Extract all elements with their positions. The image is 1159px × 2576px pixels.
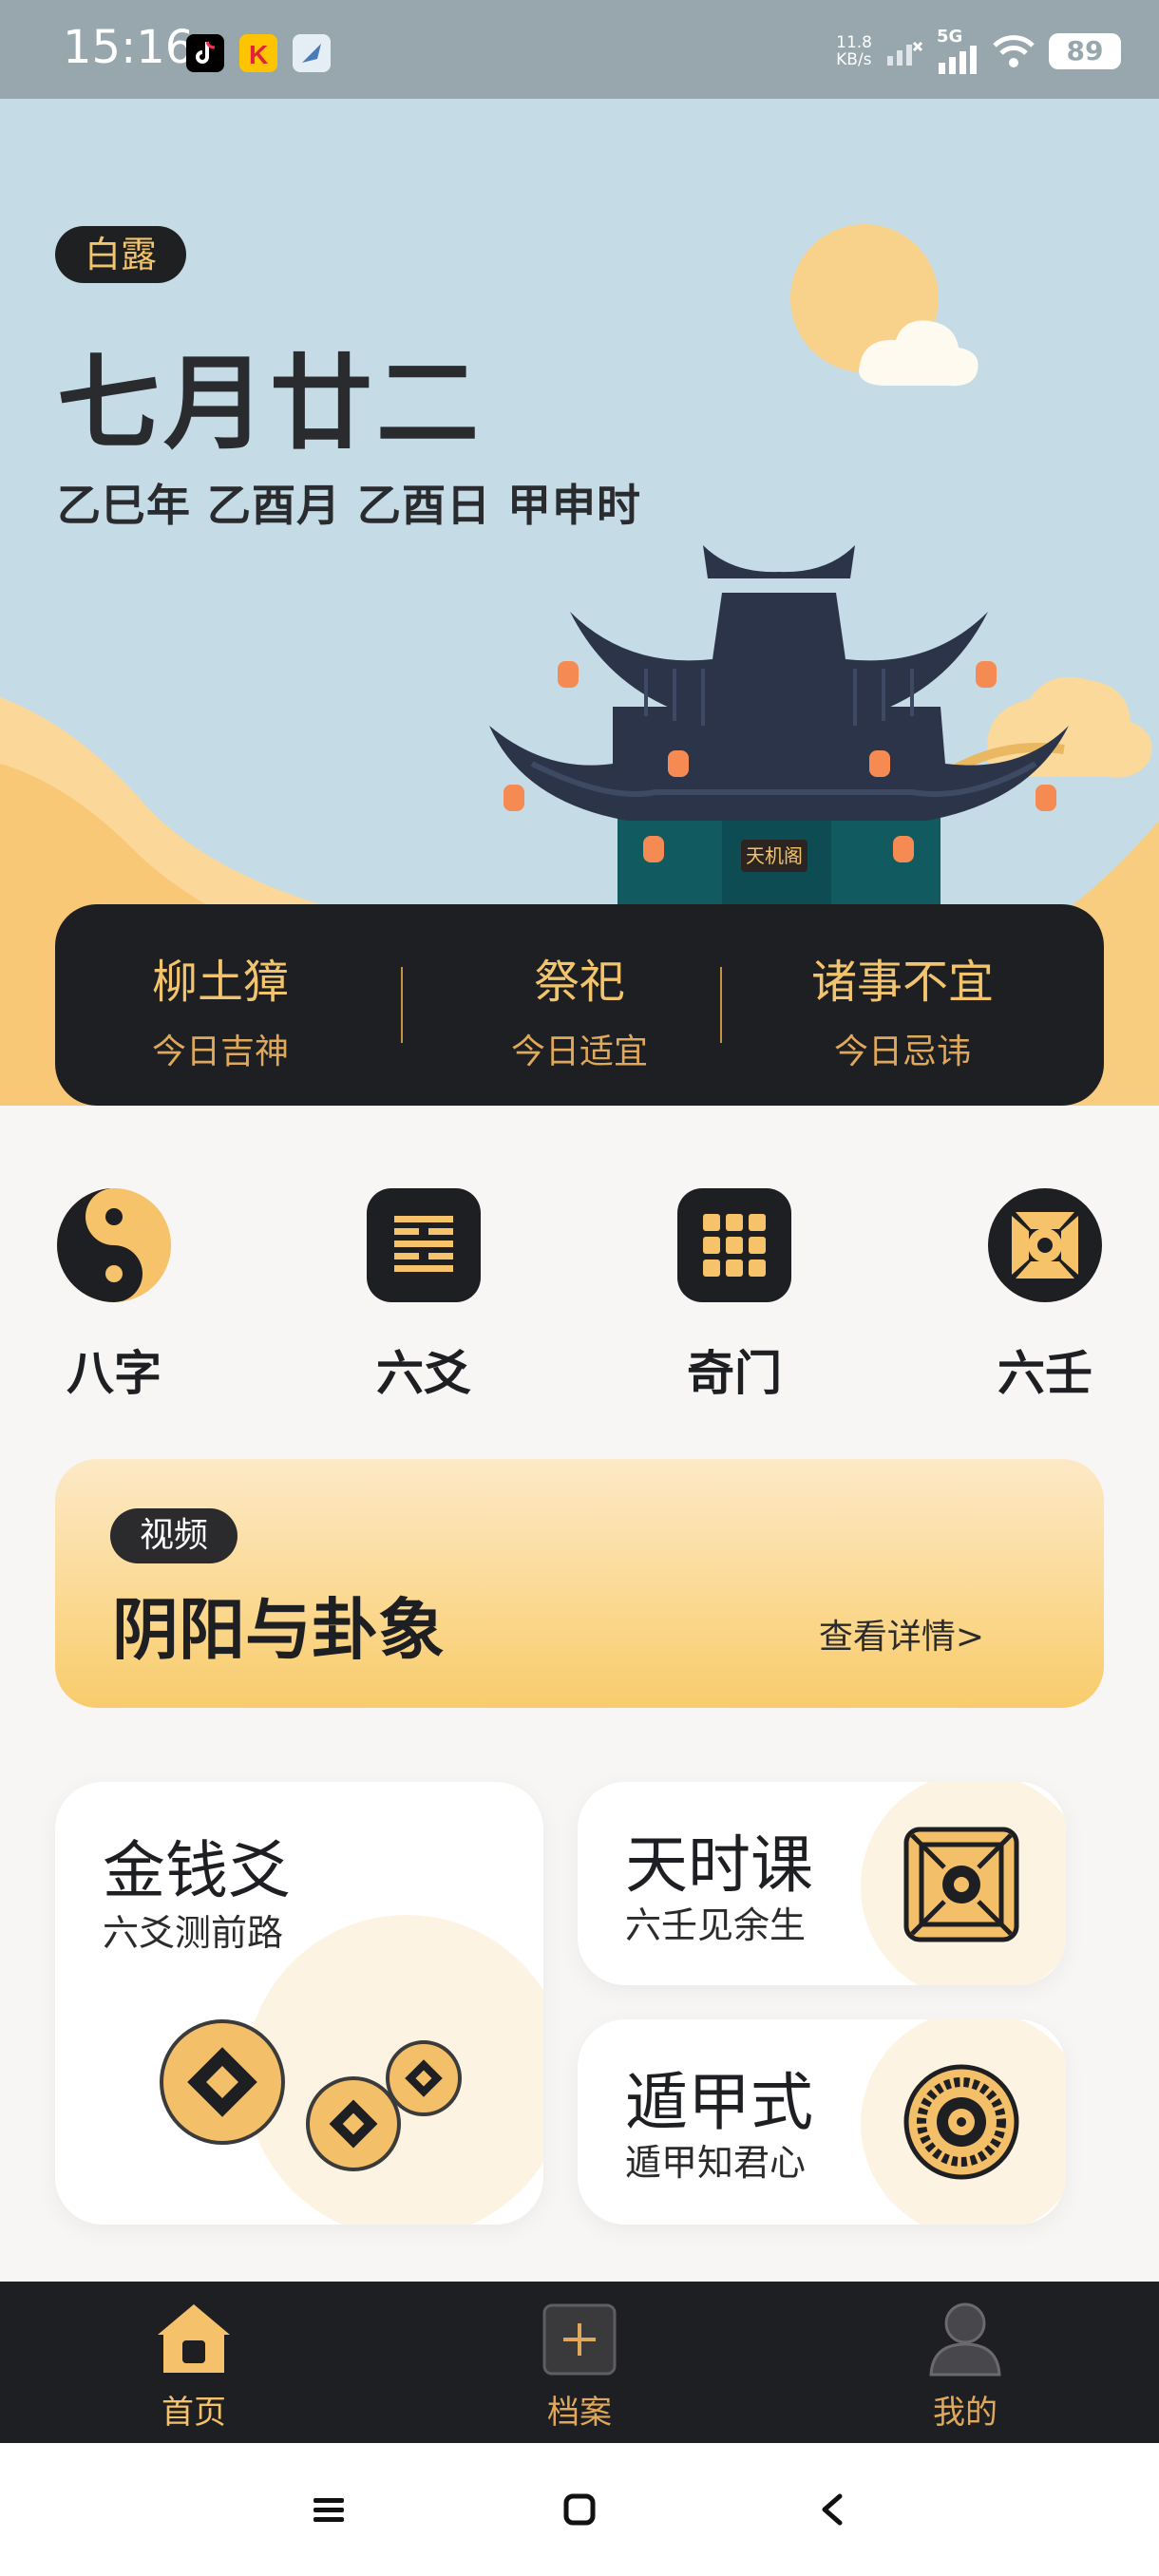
almanac-label: 今日适宜 (510, 1032, 648, 1071)
lunar-date: 七月廿二 (57, 344, 484, 464)
almanac-label: 今日吉神 (151, 1032, 289, 1071)
feature-label: 六壬 (998, 1345, 1092, 1401)
almanac-item-avoid[interactable]: 诸事不宜 今日忌讳 (741, 944, 1064, 1073)
nav-label: 首页 (162, 2394, 226, 2432)
video-tag: 视频 (110, 1508, 238, 1563)
bottom-nav: 首页 档案 我的 (0, 2282, 1159, 2443)
almanac-bar: 柳土獐 今日吉神 祭祀 今日适宜 诸事不宜 今日忌讳 (55, 904, 1104, 1106)
battery-icon: 89 (1049, 33, 1121, 69)
system-nav-bar (0, 2443, 1159, 2576)
grid-nine-icon (677, 1188, 791, 1302)
feature-qimen[interactable]: 奇门 (658, 1187, 810, 1404)
almanac-value: 柳土獐 (151, 956, 289, 1009)
user-icon (929, 2302, 1001, 2377)
almanac-value: 诸事不宜 (810, 956, 994, 1009)
net-speed: 11.8 KB/s (836, 33, 872, 69)
back-icon[interactable] (813, 2491, 851, 2529)
feature-label: 奇门 (687, 1345, 782, 1401)
feature-bazi[interactable]: 八字 (38, 1187, 190, 1404)
wifi-icon (993, 35, 1035, 67)
feature-label: 六爻 (376, 1345, 471, 1401)
nav-label: 档案 (547, 2394, 612, 2432)
hexagram-icon (367, 1188, 481, 1302)
solar-term-badge: 白露 (55, 226, 186, 283)
dunjia-disc-icon (903, 2064, 1019, 2180)
nav-profile[interactable]: 我的 (889, 2301, 1041, 2433)
feather-app-icon (293, 34, 331, 72)
card-coin-divination[interactable]: 金钱爻 六爻测前路 (55, 1782, 543, 2225)
home-icon (158, 2304, 230, 2373)
menu-icon[interactable] (310, 2491, 348, 2529)
card-subtitle: 遁甲知君心 (625, 2142, 807, 2184)
coins-icon (160, 2019, 462, 2171)
svg-text:天机阁: 天机阁 (746, 844, 803, 867)
almanac-value: 祭祀 (533, 956, 625, 1009)
yin-yang-icon (57, 1188, 171, 1302)
feature-label: 八字 (66, 1345, 162, 1401)
card-dunjia[interactable]: 遁甲式 遁甲知君心 (578, 2019, 1066, 2225)
view-details-link[interactable]: 查看详情> (819, 1609, 984, 1658)
almanac-label: 今日忌讳 (833, 1032, 971, 1071)
status-indicators: 11.8 KB/s 5G 89 (836, 28, 1121, 74)
video-title: 阴阳与卦象 (112, 1590, 445, 1669)
feature-liuren[interactable]: 六壬 (969, 1187, 1121, 1404)
status-bar: 15:16 K 11.8 KB/s 5G 89 (0, 0, 1159, 99)
signal-muted-icon (887, 41, 923, 66)
card-title: 遁甲式 (625, 2066, 813, 2139)
divider (401, 967, 403, 1043)
ganzhi-date: 乙巳年 乙酉月 乙酉日 甲申时 (57, 480, 642, 531)
feature-liuyao[interactable]: 六爻 (348, 1187, 500, 1404)
almanac-item-suitable[interactable]: 祭祀 今日适宜 (418, 944, 741, 1073)
signal-5g-icon: 5G (937, 28, 978, 74)
compass-disc-icon (988, 1188, 1102, 1302)
liuren-board-icon (903, 1827, 1019, 1942)
nav-archive[interactable]: 档案 (504, 2301, 656, 2433)
svg-text:K: K (249, 40, 268, 69)
card-title: 天时课 (625, 1828, 813, 1902)
home-square-icon[interactable] (560, 2491, 598, 2529)
divider (720, 967, 722, 1043)
plus-square-icon (542, 2303, 617, 2376)
k-app-icon: K (239, 34, 277, 72)
almanac-item-god[interactable]: 柳土獐 今日吉神 (59, 944, 382, 1073)
tiktok-icon (186, 34, 224, 72)
nav-label: 我的 (933, 2394, 998, 2432)
card-title: 金钱爻 (103, 1834, 291, 1907)
card-tianshi[interactable]: 天时课 六壬见余生 (578, 1782, 1066, 1985)
nav-home[interactable]: 首页 (118, 2301, 270, 2433)
card-subtitle: 六壬见余生 (625, 1904, 807, 1946)
card-subtitle: 六爻测前路 (103, 1912, 284, 1954)
video-banner[interactable]: 视频 阴阳与卦象 查看详情> (55, 1459, 1104, 1708)
status-time: 15:16 (63, 21, 195, 74)
